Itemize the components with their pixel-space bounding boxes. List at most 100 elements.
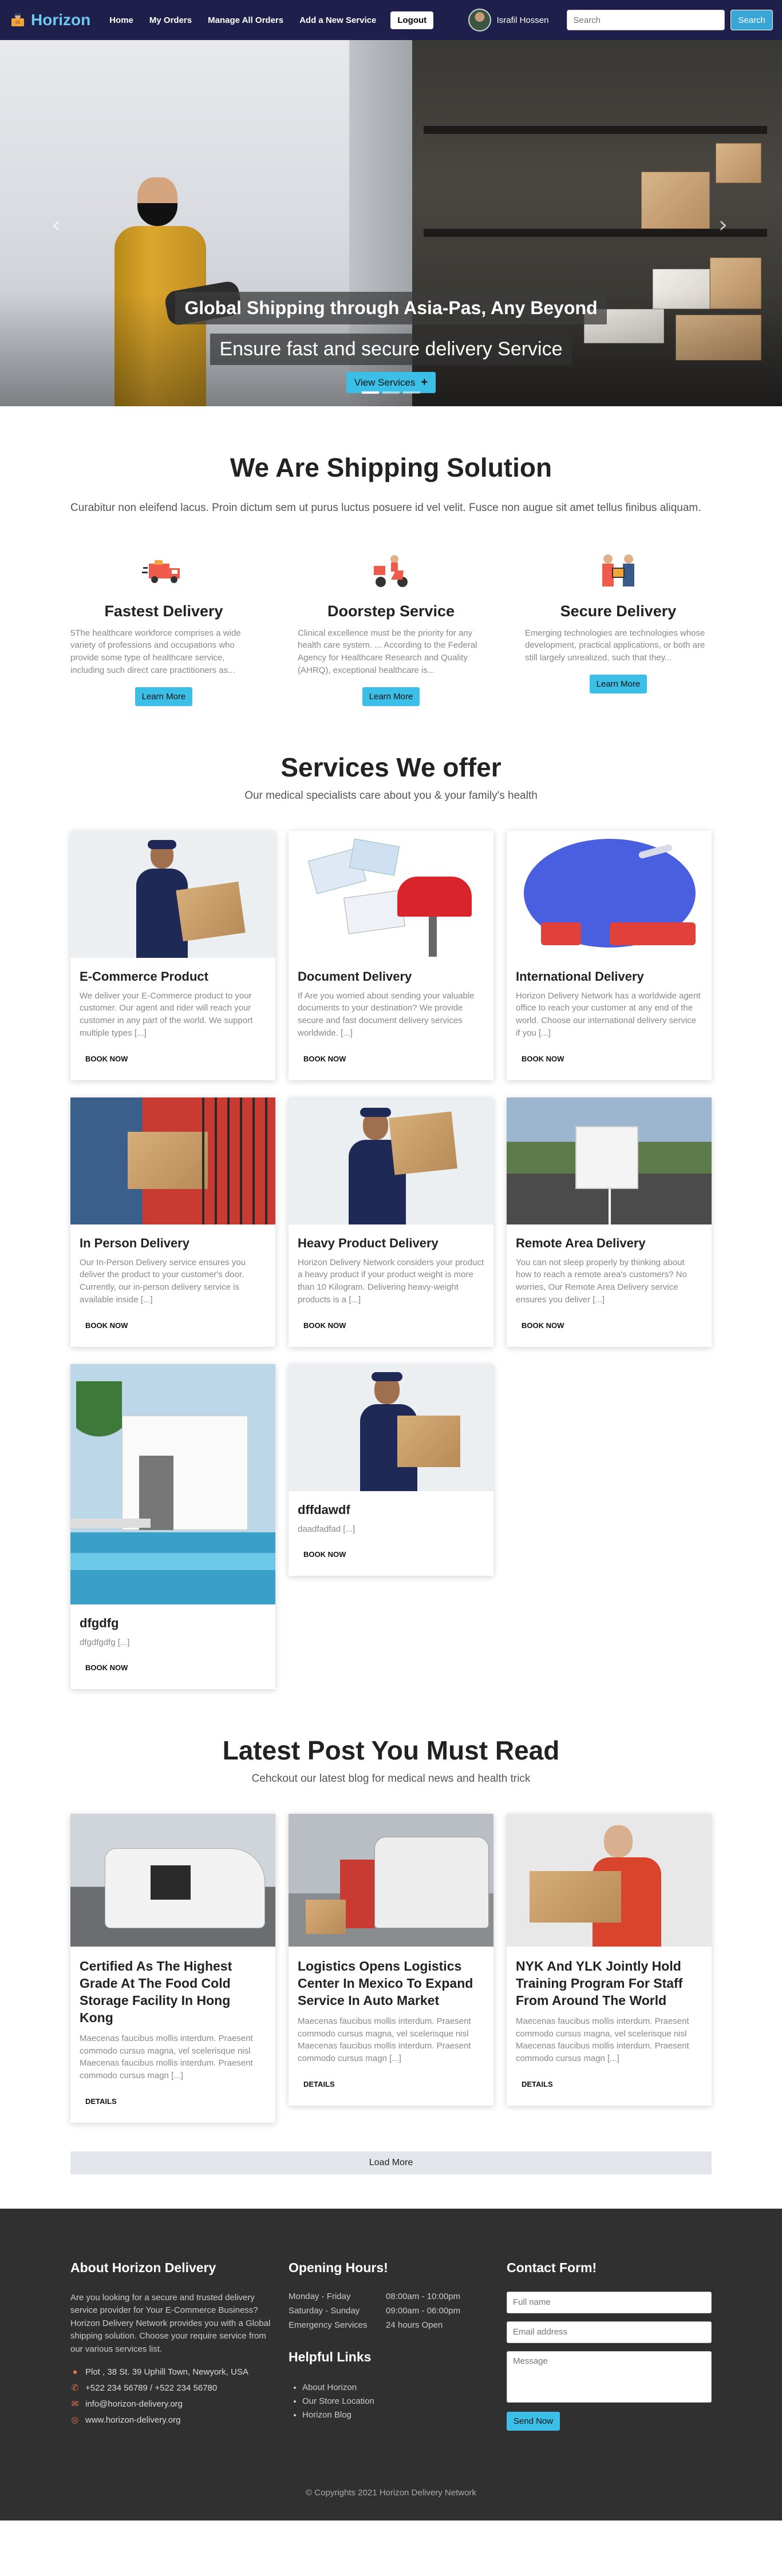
carousel-indicator[interactable] (382, 391, 400, 394)
hours-day: Emergency Services (289, 2320, 368, 2330)
book-now-button[interactable]: BOOK NOW (516, 1051, 570, 1067)
details-button[interactable]: DETAILS (298, 2076, 341, 2092)
feature-text: 5The healthcare workforce comprises a wi… (70, 628, 241, 675)
feature-title: Doorstep Service (327, 602, 455, 620)
feature-title: Fastest Delivery (104, 602, 223, 620)
hours-time: 08:00am - 10:00pm (386, 2291, 461, 2301)
blog-card: Certified As The Highest Grade At The Fo… (70, 1814, 275, 2123)
service-title: International Delivery (516, 969, 644, 984)
service-title: In Person Delivery (80, 1235, 189, 1250)
blog-title: Logistics Opens Logistics Center In Mexi… (298, 1959, 473, 2008)
section-subtitle: Our medical specialists care about you &… (244, 789, 538, 802)
service-image (70, 1097, 275, 1224)
phone-line: ✆ +522 234 56789 / +522 234 56780 (70, 2383, 275, 2393)
footer: About Horizon Delivery Are you looking f… (0, 2208, 782, 2520)
service-card: dffdawdf daadfadfad [...] BOOK NOW (289, 1364, 493, 1576)
help-link[interactable]: Our Store Location (302, 2395, 493, 2408)
service-text: We deliver your E-Commerce product to yo… (80, 990, 253, 1038)
details-button[interactable]: DETAILS (516, 2076, 559, 2092)
logout-button[interactable]: Logout (390, 11, 434, 29)
service-title: dffdawdf (298, 1502, 350, 1517)
email-field[interactable] (507, 2321, 712, 2343)
website-text: www.horizon-delivery.org (85, 2415, 181, 2425)
service-image (70, 830, 275, 958)
book-now-button[interactable]: BOOK NOW (298, 1547, 351, 1562)
service-title: dfgdfg (80, 1615, 119, 1630)
service-text: daadfadfad [...] (298, 1524, 356, 1534)
footer-help-title: Helpful Links (289, 2349, 372, 2364)
book-now-button[interactable]: BOOK NOW (298, 1051, 351, 1067)
carousel-indicator[interactable] (362, 391, 379, 394)
help-link[interactable]: About Horizon (302, 2381, 493, 2395)
copyright: © Copyrights 2021 Horizon Delivery Netwo… (306, 2487, 476, 2498)
hero-caption: Global Shipping through Asia-Pas, Any Be… (0, 292, 782, 393)
nav-link-add-service[interactable]: Add a New Service (292, 11, 384, 30)
email-line[interactable]: ✉ info@horizon-delivery.org (70, 2399, 275, 2409)
nav-link-manage-orders[interactable]: Manage All Orders (200, 11, 291, 30)
blog-card: NYK And YLK Jointly Hold Training Progra… (507, 1814, 712, 2106)
carousel-next-arrow-icon[interactable]: › (718, 212, 728, 238)
brand-name: Horizon (31, 11, 91, 29)
section-description: Curabitur non eleifend lacus. Proin dict… (70, 502, 701, 514)
feature-secure-delivery: Secure Delivery Emerging technologies ar… (525, 551, 712, 706)
avatar[interactable] (468, 9, 491, 31)
help-link[interactable]: Horizon Blog (302, 2408, 493, 2422)
handover-package-icon (602, 554, 634, 586)
user-name: Israfil Hossen (496, 15, 549, 25)
nav-link-home[interactable]: Home (102, 11, 141, 30)
carousel-prev-arrow-icon[interactable]: ‹ (52, 212, 61, 238)
shipping-solution-section: We Are Shipping Solution Curabitur non e… (70, 406, 712, 706)
learn-more-button[interactable]: Learn More (135, 687, 193, 706)
details-button[interactable]: DETAILS (80, 2094, 123, 2109)
envelope-icon: ✉ (71, 2399, 79, 2409)
brand[interactable]: Horizon (9, 11, 90, 29)
plus-icon: + (421, 376, 428, 389)
carousel-indicator[interactable] (403, 391, 420, 394)
book-now-button[interactable]: BOOK NOW (298, 1318, 351, 1333)
service-title: Document Delivery (298, 969, 412, 984)
send-now-button[interactable]: Send Now (507, 2411, 560, 2431)
section-title: Latest Post You Must Read (222, 1735, 560, 1766)
blog-text: Maecenas faucibus mollis interdum. Praes… (80, 2033, 253, 2081)
service-text: dfgdfgdfg [...] (80, 1637, 130, 1647)
section-title: Services We offer (281, 752, 501, 782)
message-field[interactable] (507, 2351, 712, 2403)
blog-image (507, 1814, 712, 1947)
search-button[interactable]: Search (730, 10, 773, 30)
blog-card: Logistics Opens Logistics Center In Mexi… (289, 1814, 493, 2106)
services-section: Services We offer Our medical specialist… (70, 706, 712, 1690)
learn-more-button[interactable]: Learn More (589, 674, 647, 693)
service-card: International Delivery Horizon Delivery … (507, 830, 712, 1080)
service-image (289, 1097, 493, 1224)
address-text: Plot , 38 St. 39 Uphill Town, Newyork, U… (85, 2367, 248, 2377)
learn-more-button[interactable]: Learn More (362, 687, 420, 706)
book-now-button[interactable]: BOOK NOW (516, 1318, 570, 1333)
blog-text: Maecenas faucibus mollis interdum. Praes… (298, 2016, 471, 2064)
section-title: We Are Shipping Solution (230, 453, 552, 482)
book-now-button[interactable]: BOOK NOW (80, 1051, 133, 1067)
footer-hours: Opening Hours! Monday - Friday 08:00am -… (289, 2260, 493, 2431)
fullname-field[interactable] (507, 2291, 712, 2313)
hours-day: Monday - Friday (289, 2291, 351, 2301)
load-more-button[interactable]: Load More (70, 2151, 712, 2174)
location-pin-icon: ● (72, 2367, 78, 2377)
feature-fastest-delivery: Fastest Delivery 5The healthcare workfor… (70, 551, 257, 706)
carousel-indicators (362, 391, 420, 394)
book-now-button[interactable]: BOOK NOW (80, 1660, 133, 1675)
navbar: Horizon Home My Orders Manage All Orders… (0, 0, 782, 40)
blog-image (70, 1814, 275, 1947)
hours-time: 09:00am - 06:00pm (386, 2305, 461, 2316)
feature-doorstep-service: Doorstep Service Clinical excellence mus… (298, 551, 484, 706)
blog-title: Certified As The Highest Grade At The Fo… (80, 1959, 232, 2025)
book-now-button[interactable]: BOOK NOW (80, 1318, 133, 1333)
blog-image (289, 1814, 493, 1947)
search-input[interactable] (567, 10, 725, 30)
feature-title: Secure Delivery (560, 602, 677, 620)
nav-link-my-orders[interactable]: My Orders (142, 11, 199, 30)
service-title: Heavy Product Delivery (298, 1235, 439, 1250)
website-line[interactable]: ◎ www.horizon-delivery.org (70, 2415, 275, 2426)
hero-carousel: ‹ › Global Shipping through Asia-Pas, An… (0, 40, 782, 406)
globe-icon: ◎ (71, 2415, 79, 2426)
service-card: Document Delivery If Are you worried abo… (289, 830, 493, 1080)
view-services-button[interactable]: View Services + (346, 372, 436, 393)
